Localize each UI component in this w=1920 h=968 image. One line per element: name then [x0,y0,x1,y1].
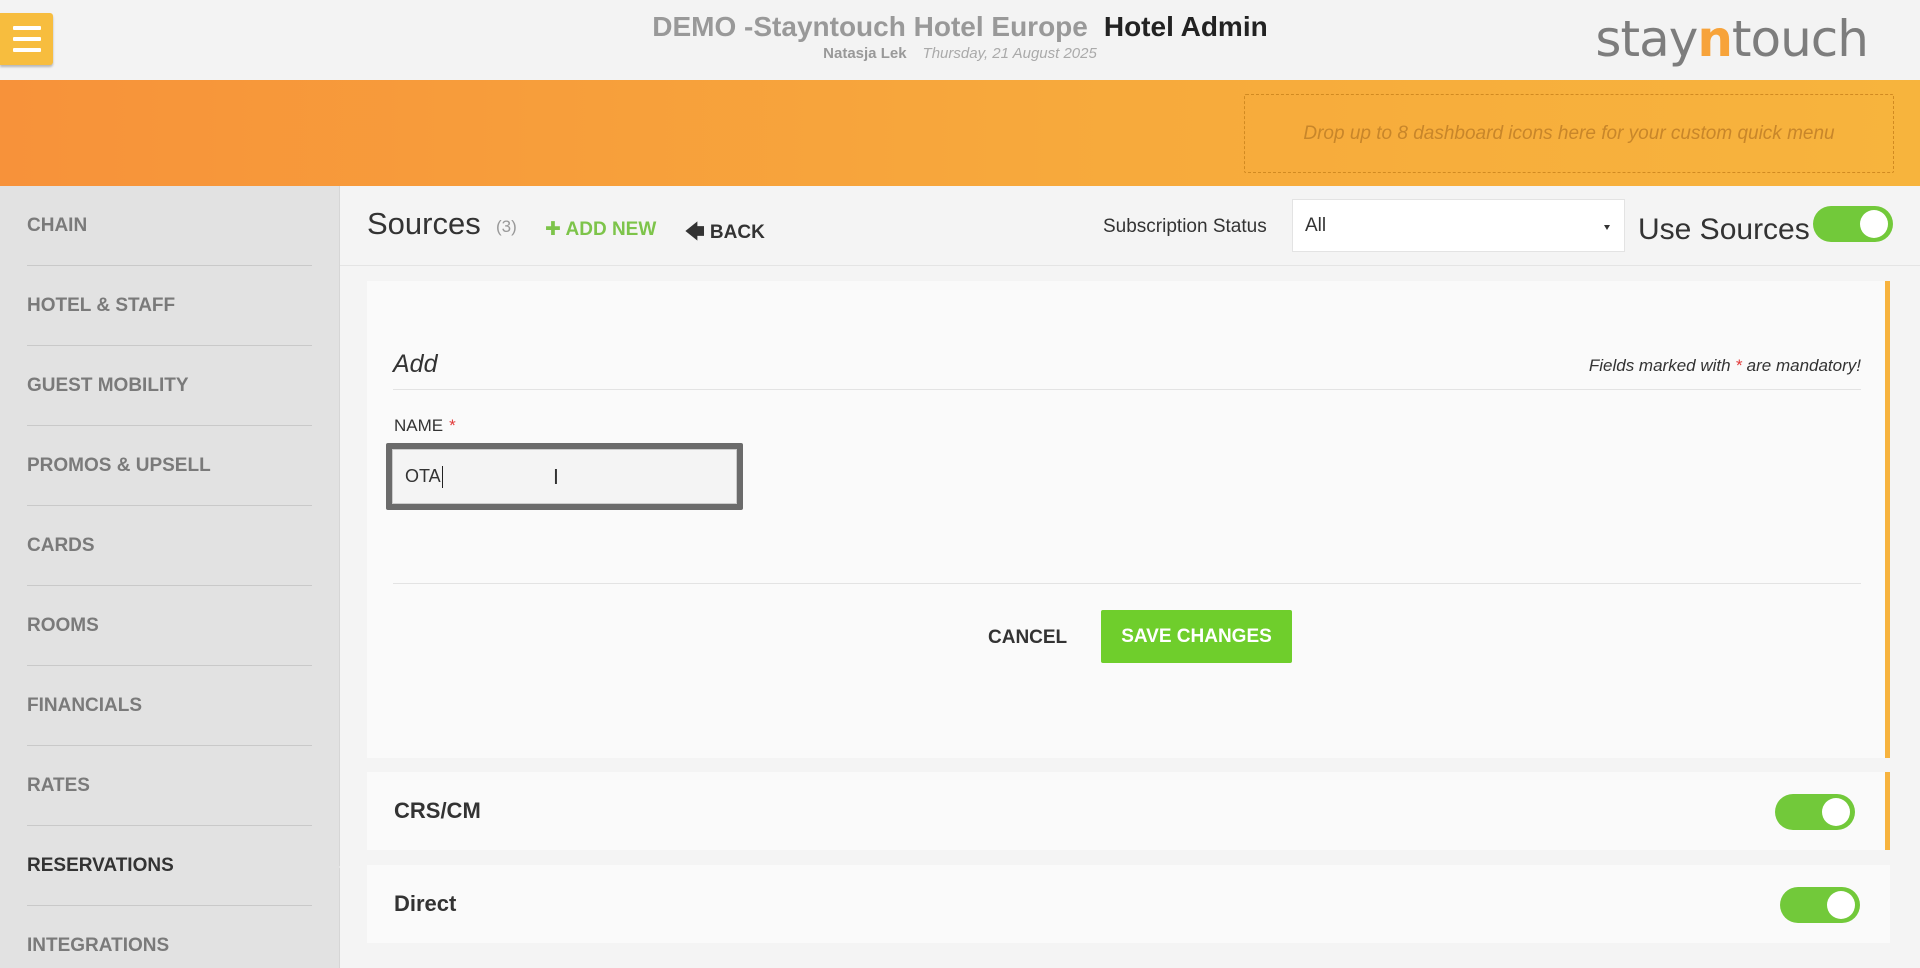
sidebar-item-promos-upsell[interactable]: PROMOS & UPSELL [27,426,312,506]
sidebar-item-rates[interactable]: RATES [27,746,312,826]
sidebar-item-rooms[interactable]: ROOMS [27,586,312,666]
subscription-status-select[interactable]: All [1292,199,1625,252]
page-title: Sources [367,206,481,241]
toggle-knob [1822,798,1850,826]
page-heading-bar: Sources (3) ✚ ADD NEW 🡄 BACK Subscriptio… [340,186,1920,266]
quick-menu-dropzone[interactable]: Drop up to 8 dashboard icons here for yo… [1244,94,1894,173]
mandatory-note-text: Fields marked with [1588,356,1731,375]
source-name: Direct [394,891,457,916]
name-input-focus-ring: OTA I [386,443,743,510]
user-name: Natasja Lek [823,45,907,62]
mandatory-note: Fields marked with * are mandatory! [1589,356,1861,376]
text-caret [441,465,443,488]
quick-menu-banner: Drop up to 8 dashboard icons here for yo… [0,80,1920,186]
source-row-crs-cm[interactable]: CRS/CM [367,772,1890,850]
source-toggle-crs-cm[interactable] [1775,794,1855,830]
name-input-value: OTA [405,466,441,486]
subscription-status-value: All [1305,214,1327,236]
sidebar-item-cards[interactable]: CARDS [27,506,312,586]
source-row-direct[interactable]: Direct [367,865,1890,943]
arrow-left-icon: 🡄 [685,222,705,243]
source-toggle-direct[interactable] [1780,887,1860,923]
sources-count: (3) [496,217,517,236]
source-name: CRS/CM [394,798,481,823]
sidebar-item-chain[interactable]: CHAIN [27,186,312,266]
sidebar-item-integrations[interactable]: INTEGRATIONS [27,906,312,968]
logo-text-stay: stay [1595,10,1698,68]
toggle-knob [1827,891,1855,919]
plus-icon: ✚ [545,219,561,240]
divider [393,583,1861,584]
hotel-name: DEMO -Stayntouch Hotel Europe [652,11,1088,42]
sidebar-item-guest-mobility[interactable]: GUEST MOBILITY [27,346,312,426]
top-header: DEMO -Stayntouch Hotel Europe Hotel Admin… [0,0,1920,80]
logo-text-n: n [1697,10,1733,68]
add-new-button[interactable]: ✚ ADD NEW [545,218,656,241]
sidebar-item-hotel-staff[interactable]: HOTEL & STAFF [27,266,312,346]
logo-text-touch: touch [1731,10,1869,68]
stayntouch-logo: stayntouch [1595,10,1869,68]
required-star: * [1735,356,1742,375]
toggle-knob [1860,210,1888,238]
sidebar-item-reservations[interactable]: RESERVATIONS [27,826,352,906]
divider [393,389,1861,390]
use-sources-label: Use Sources [1638,213,1810,246]
add-source-form: Add Fields marked with * are mandatory! … [367,281,1890,758]
name-field-label: NAME * [394,416,456,436]
cancel-button[interactable]: CANCEL [988,627,1067,649]
add-new-label: ADD NEW [565,219,657,240]
back-button[interactable]: 🡄 BACK [685,218,765,250]
subscription-status-label: Subscription Status [1103,216,1267,237]
back-label: BACK [709,222,765,243]
ibeam-cursor-icon: I [553,465,559,489]
name-label-text: NAME [394,416,444,435]
form-title: Add [393,350,438,378]
required-star: * [449,416,456,435]
business-date: Thursday, 21 August 2025 [922,45,1097,62]
caret-down-icon [1604,225,1610,230]
save-changes-button[interactable]: SAVE CHANGES [1101,610,1292,663]
use-sources-toggle[interactable] [1813,206,1893,242]
mandatory-note-text-end: are mandatory! [1746,356,1861,375]
app-name: Hotel Admin [1103,11,1268,42]
sidebar-item-financials[interactable]: FINANCIALS [27,666,312,746]
name-input[interactable]: OTA I [392,449,737,504]
admin-sidebar: CHAIN HOTEL & STAFF GUEST MOBILITY PROMO… [0,186,352,968]
